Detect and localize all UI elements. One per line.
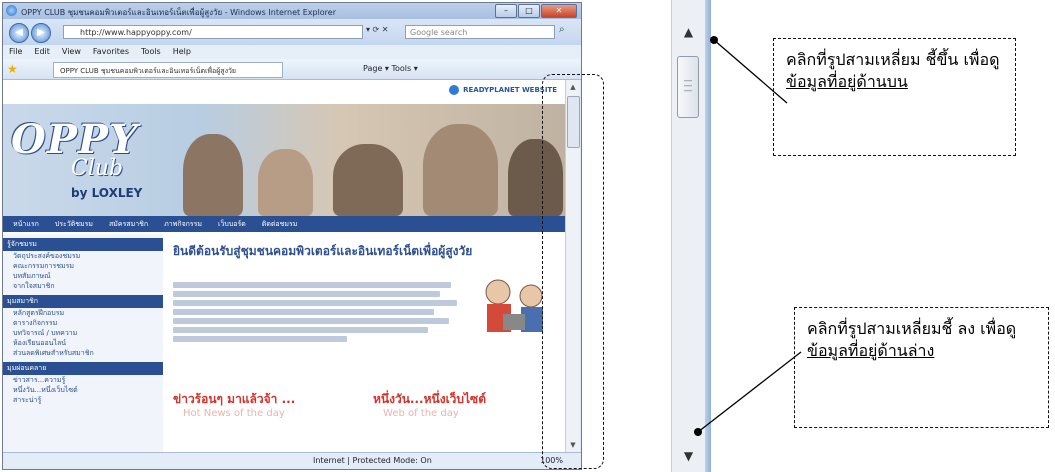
callout-scroll-up: คลิกที่รูปสามเหลี่ยม ชี้ขึ้น เพื่อดูข้อม… [773, 38, 1016, 156]
leader-line-bottom [697, 351, 802, 433]
leader-dot-top [710, 36, 718, 44]
callout-scroll-down: คลิกที่รูปสามเหลี่ยมชี้ ลง เพื่อดูข้อมูล… [794, 307, 1049, 428]
leader-dot-bottom [694, 428, 702, 436]
callout-up-text: คลิกที่รูปสามเหลี่ยม ชี้ขึ้น เพื่อดู [786, 50, 1000, 69]
callout-down-text: คลิกที่รูปสามเหลี่ยมชี้ ลง เพื่อดู [807, 319, 1017, 338]
callout-down-emphasis: ข้อมูลที่อยู่ด้านล่าง [807, 341, 935, 360]
callout-up-emphasis: ข้อมูลที่อยู่ด้านบน [786, 72, 908, 91]
